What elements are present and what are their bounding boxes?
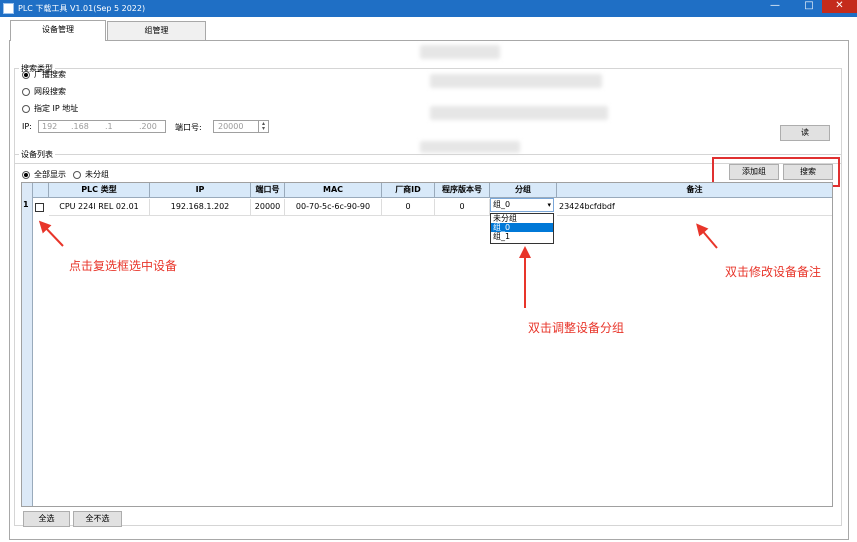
radio-label: 指定 IP 地址	[34, 104, 79, 113]
group-hint-annotation: 双击调整设备分组	[528, 321, 625, 335]
cell-vendor-id: 0	[382, 199, 435, 216]
cell-ip: 192.168.1.202	[150, 199, 251, 216]
redacted-block	[420, 45, 500, 59]
cell-port: 20000	[251, 199, 285, 216]
group-combobox[interactable]: 组_0 ▾	[490, 198, 554, 212]
group-combobox-value: 组_0	[493, 200, 511, 209]
column-header[interactable]: PLC 类型	[49, 183, 150, 198]
redacted-block	[420, 141, 520, 153]
radio-broadcast-search[interactable]: 广播搜索	[22, 69, 66, 80]
radio-show-all[interactable]: 全部显示	[22, 169, 66, 180]
radio-icon	[22, 87, 30, 96]
radio-icon	[22, 70, 30, 79]
row-header-column	[22, 183, 33, 506]
column-header[interactable]: 分组	[490, 183, 557, 198]
radio-label: 广播搜索	[34, 70, 66, 79]
column-header[interactable]: MAC	[285, 183, 382, 198]
redacted-block	[430, 106, 608, 120]
column-header[interactable]: 程序版本号	[435, 183, 490, 198]
radio-specific-ip[interactable]: 指定 IP 地址	[22, 103, 78, 114]
port-input[interactable]: 20000 ▴ ▾	[213, 120, 269, 133]
ip-octet-4: .200	[139, 122, 157, 131]
ip-label: IP:	[22, 122, 32, 131]
cell-program-version: 0	[435, 199, 490, 216]
spin-arrows-icon[interactable]: ▴ ▾	[258, 121, 268, 132]
ip-octet-1: 192	[42, 122, 58, 131]
column-header[interactable]: 端口号	[251, 183, 285, 198]
checkbox-hint-annotation: 点击复选框选中设备	[69, 259, 178, 273]
group-option[interactable]: 组_0	[491, 223, 553, 232]
device-table[interactable]: PLC 类型 IP 端口号 MAC 厂商ID 程序版本号 分组 备注 1 CPU…	[21, 182, 833, 507]
ip-octet-3: .1	[105, 122, 113, 131]
column-header[interactable]: 备注	[557, 183, 832, 198]
dropdown-arrow-icon[interactable]: ▾	[547, 199, 551, 211]
radio-icon	[22, 170, 30, 179]
radio-icon	[73, 170, 81, 179]
radio-label: 全部显示	[34, 170, 66, 179]
group-option[interactable]: 组_1	[491, 232, 553, 241]
row-checkbox[interactable]	[35, 203, 44, 212]
radio-label: 未分组	[85, 170, 109, 179]
cell-remark[interactable]: 23424bcfdbdf	[557, 199, 832, 216]
group-option[interactable]: 未分组	[491, 214, 553, 223]
column-header[interactable]: 厂商ID	[382, 183, 435, 198]
radio-label: 网段搜索	[34, 87, 66, 96]
tab-device-management[interactable]: 设备管理	[10, 20, 106, 41]
column-header[interactable]: IP	[150, 183, 251, 198]
title-bar: PLC 下载工具 V1.01(Sep 5 2022) — □ ✕	[0, 0, 857, 17]
port-value: 20000	[218, 122, 244, 131]
redacted-block	[430, 74, 602, 88]
port-label: 端口号:	[175, 123, 202, 132]
cell-mac: 00-70-5c-6c-90-90	[285, 199, 382, 216]
radio-icon	[22, 104, 30, 113]
close-button[interactable]: ✕	[822, 0, 857, 13]
select-none-button[interactable]: 全不选	[73, 511, 122, 527]
minimize-button[interactable]: —	[760, 0, 790, 13]
row-number: 1	[23, 200, 29, 209]
radio-subnet-search[interactable]: 网段搜索	[22, 86, 66, 97]
window-title: PLC 下载工具 V1.01(Sep 5 2022)	[18, 4, 146, 13]
ip-octet-2: .168	[71, 122, 89, 131]
remark-hint-annotation: 双击修改设备备注	[725, 265, 822, 279]
select-all-button[interactable]: 全选	[23, 511, 70, 527]
checkbox-column-header	[33, 183, 49, 198]
tab-group-management[interactable]: 组管理	[107, 21, 206, 40]
ip-address-input[interactable]: 192 .168 .1 .200	[38, 120, 166, 133]
radio-ungrouped[interactable]: 未分组	[73, 169, 109, 180]
maximize-button[interactable]: □	[794, 0, 824, 13]
group-dropdown-list[interactable]: 未分组 组_0 组_1	[490, 213, 554, 244]
app-icon	[3, 3, 14, 14]
cell-plc-type: CPU 224I REL 02.01	[49, 199, 150, 216]
read-button[interactable]: 读	[780, 125, 830, 141]
device-list-title: 设备列表	[19, 149, 55, 160]
